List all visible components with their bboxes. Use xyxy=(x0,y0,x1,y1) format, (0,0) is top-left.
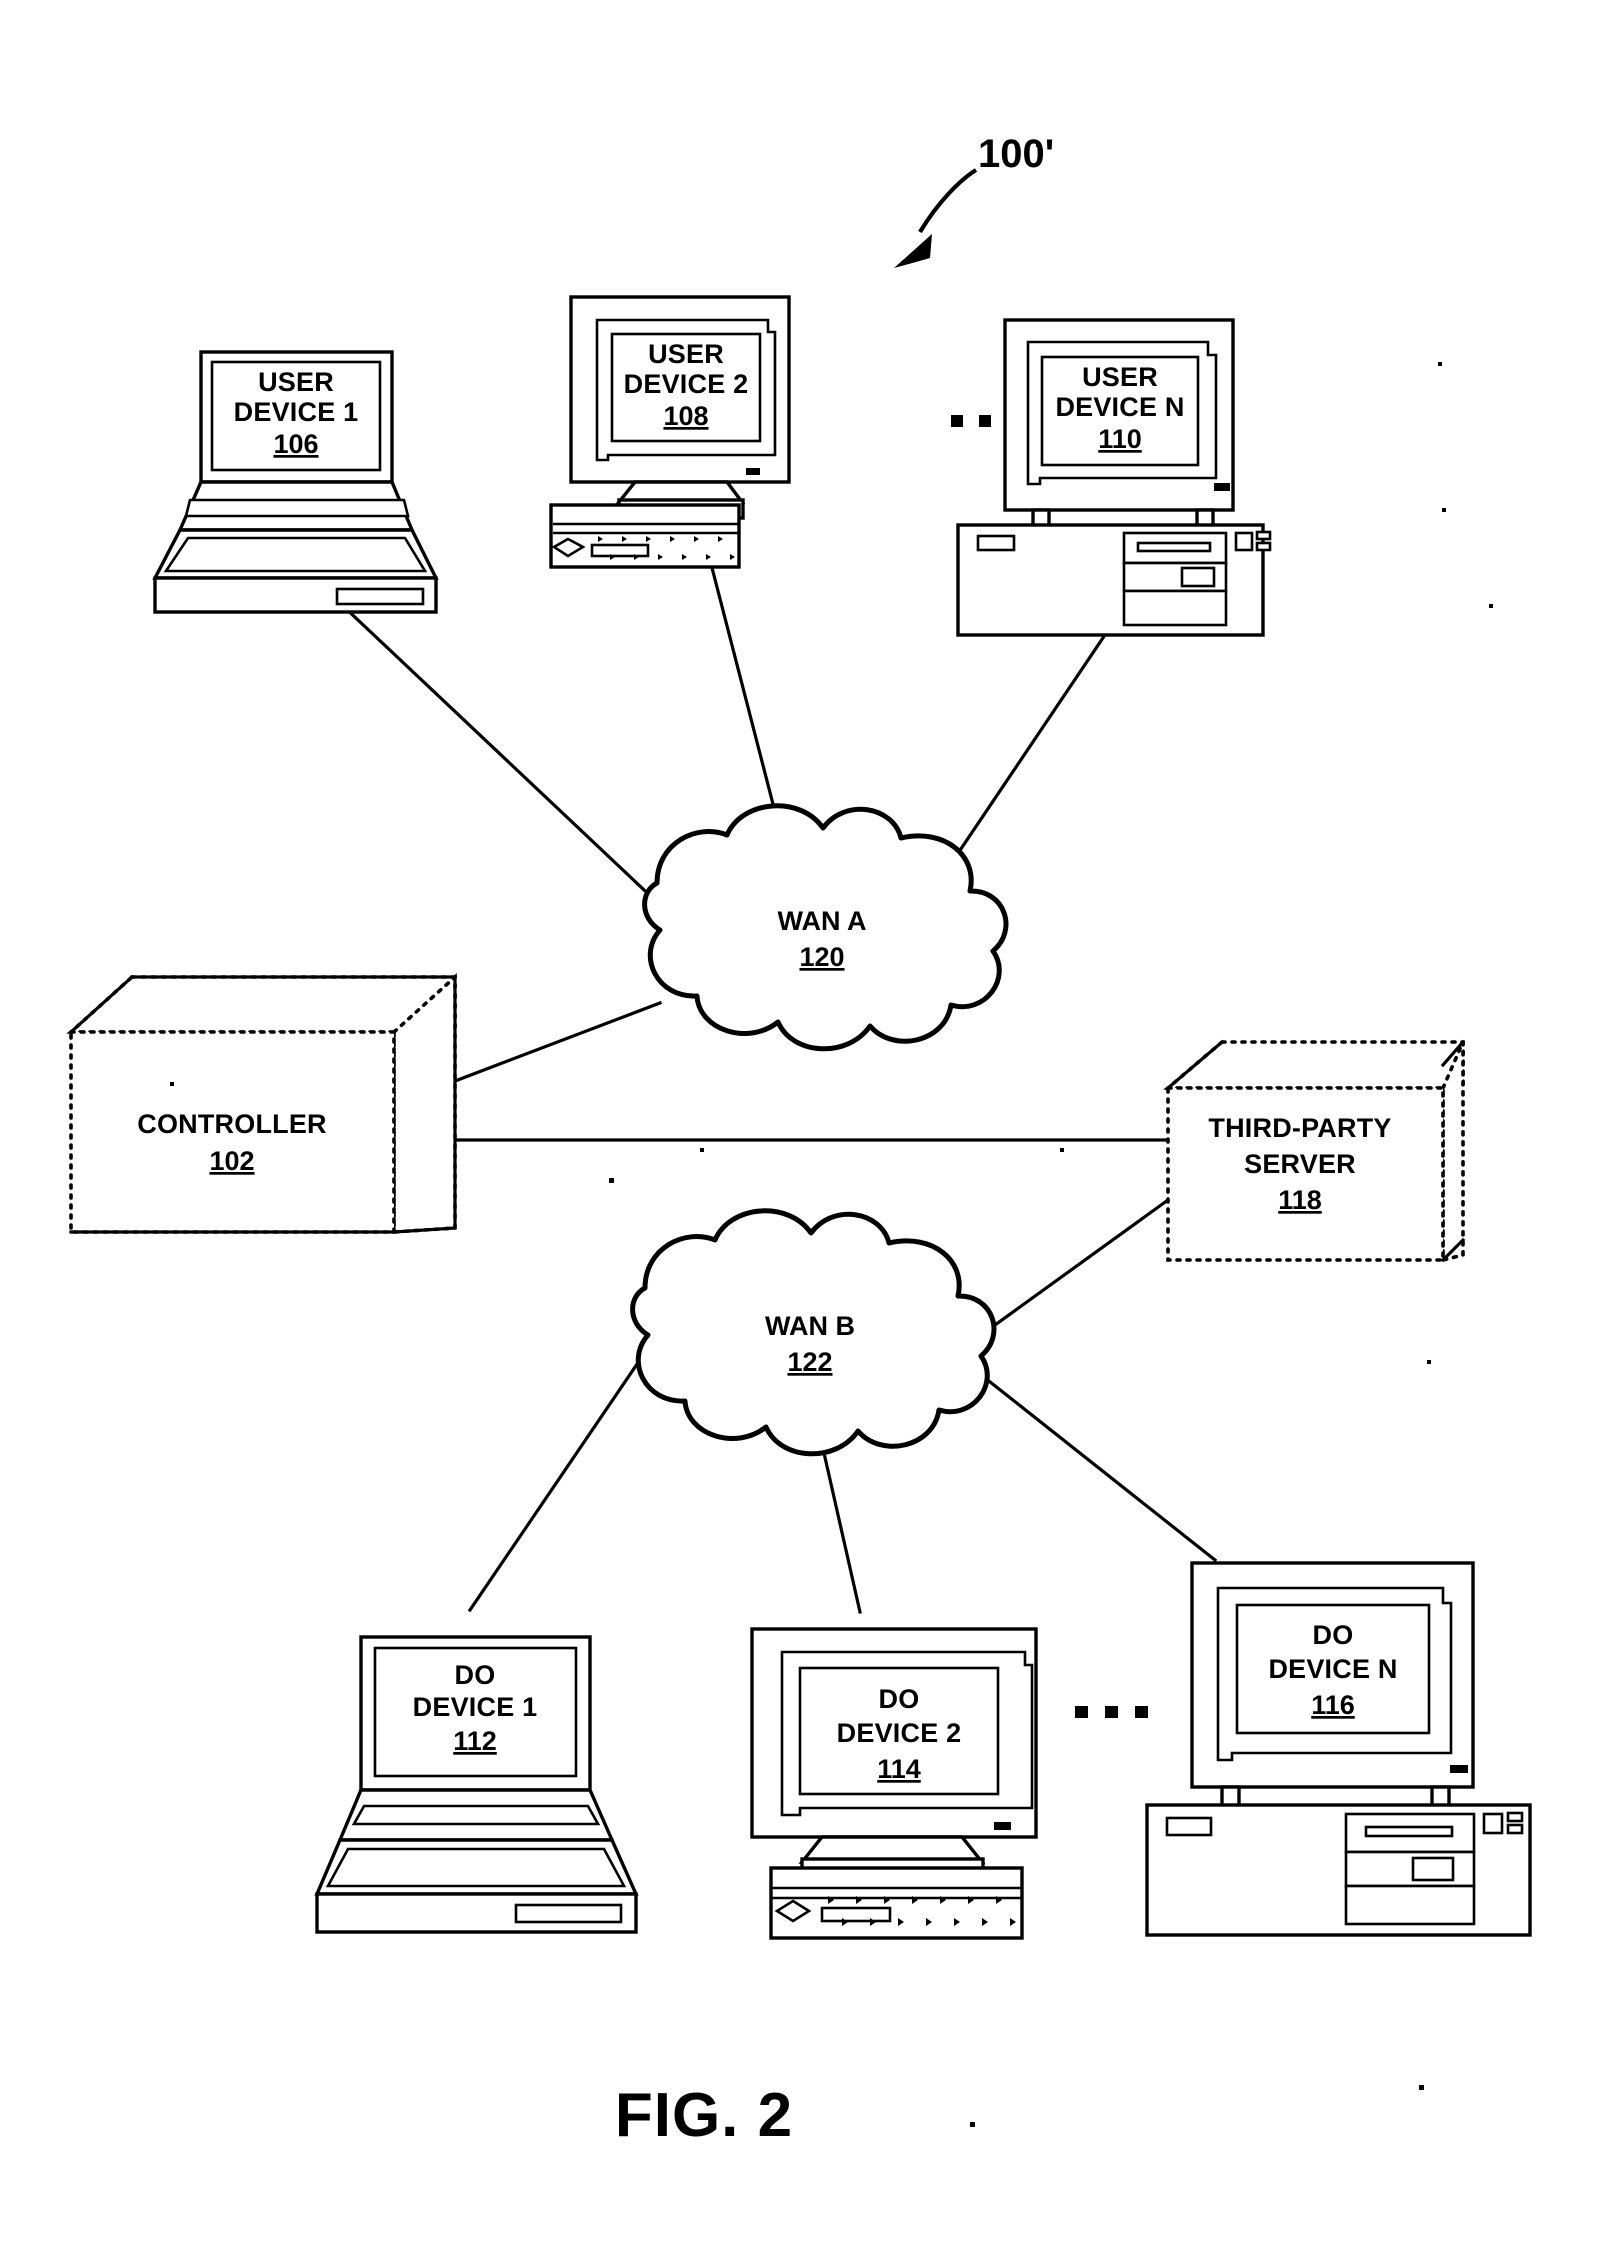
laptop-front-slot-2 xyxy=(514,1903,623,1924)
node-wan-b[interactable]: WAN B 122 xyxy=(630,1208,997,1457)
node-third-party-server[interactable]: THIRD-PARTY SERVER 118 xyxy=(1163,1039,1466,1263)
pc-drive-button-don xyxy=(1411,1856,1455,1882)
node-reference-number: 116 xyxy=(1311,1690,1355,1720)
laptop-keyboard-area-1 xyxy=(163,536,428,573)
node-reference-number: 110 xyxy=(1098,424,1142,454)
ellipsis-bottom-row xyxy=(1075,1706,1148,1718)
pc-drive-button-n xyxy=(1180,566,1216,588)
node-label-line2: DEVICE 2 xyxy=(624,369,749,399)
laptop-strip-1 xyxy=(184,498,410,518)
node-reference-number: 106 xyxy=(273,429,318,459)
controller-top-face xyxy=(66,975,457,1034)
node-label-line1: USER xyxy=(258,367,334,397)
node-label-line1: THIRD-PARTY xyxy=(1208,1113,1391,1143)
pc-drive-bay-2-don xyxy=(1344,1850,1476,1888)
callout-arrow-head xyxy=(894,234,932,268)
laptop-keyboard-area-2 xyxy=(325,1847,627,1888)
keyboard-spacebar-2 xyxy=(590,543,650,558)
node-reference-number: 114 xyxy=(877,1754,921,1784)
cloud-reference-number-b: 122 xyxy=(787,1347,832,1377)
pc-drive-slot-don xyxy=(1364,1825,1454,1838)
node-label-line2: DEVICE N xyxy=(1055,392,1184,422)
pc-drive-slot-n xyxy=(1136,541,1212,553)
node-label-line2: DEVICE 1 xyxy=(234,397,359,427)
node-label-line1: CONTROLLER xyxy=(137,1109,326,1139)
pc-drive-bay-3-don xyxy=(1344,1884,1476,1926)
cloud-reference-number-a: 120 xyxy=(799,942,844,972)
node-label-line1: USER xyxy=(1082,362,1158,392)
pc-indicator-bar2-n xyxy=(1255,541,1272,552)
node-label-line1: DO xyxy=(879,1684,920,1714)
node-label-line1: USER xyxy=(648,339,724,369)
node-reference-number: 118 xyxy=(1278,1185,1322,1215)
link-wanb-don xyxy=(972,1367,1218,1563)
pc-indicator-bar1-n xyxy=(1255,530,1272,541)
keyboard-spacebar-do2 xyxy=(820,1906,892,1923)
pc-indicator-square-don xyxy=(1482,1812,1504,1835)
pc-indicator-bar2-don xyxy=(1506,1823,1524,1835)
reference-numeral-text: 100' xyxy=(978,132,1054,176)
node-label-line2: SERVER xyxy=(1244,1149,1356,1179)
node-reference-number: 108 xyxy=(663,401,708,431)
reference-numeral-callout: 100' xyxy=(894,132,1054,268)
link-user1-wana xyxy=(302,567,663,908)
node-do-device-n[interactable]: DO DEVICE N 116 xyxy=(1145,1561,1532,1937)
monitor-led-2 xyxy=(746,468,760,475)
monitor-led-n xyxy=(1214,483,1230,491)
node-wan-a[interactable]: WAN A 120 xyxy=(642,803,1009,1052)
link-wanb-do1 xyxy=(467,1342,653,1613)
node-label-line1: DO xyxy=(455,1660,496,1690)
node-label-line2: DEVICE 1 xyxy=(413,1692,538,1722)
node-user-device-1[interactable]: USER DEVICE 1 106 xyxy=(152,350,439,614)
laptop-strip-2 xyxy=(351,1804,601,1826)
patent-figure-2: 100' USER DEVICE 1 106 USER DEVICE 2 108… xyxy=(0,0,1608,2260)
link-controller-wana xyxy=(452,1000,663,1084)
keyboard-do2 xyxy=(769,1866,1024,1940)
cloud-label-b: WAN B xyxy=(765,1311,855,1341)
node-label-line2: DEVICE 2 xyxy=(837,1718,962,1748)
pc-indicator-bar1-don xyxy=(1506,1811,1524,1823)
laptop-front-slot-1 xyxy=(335,587,425,606)
figure-caption: FIG. 2 xyxy=(615,2081,793,2150)
pc-case-badge-don xyxy=(1165,1816,1213,1837)
node-do-device-1[interactable]: DO DEVICE 1 112 xyxy=(314,1635,639,1934)
link-usern-wana xyxy=(937,617,1118,883)
node-user-device-2[interactable]: USER DEVICE 2 108 xyxy=(549,295,791,569)
link-server-wanb xyxy=(992,1197,1171,1328)
figure-canvas: 100' USER DEVICE 1 106 USER DEVICE 2 108… xyxy=(66,132,1532,2150)
pc-case-badge-n xyxy=(976,534,1016,552)
node-reference-number: 112 xyxy=(453,1726,497,1756)
node-label-line2: DEVICE N xyxy=(1268,1654,1397,1684)
pc-drive-bay-3-n xyxy=(1122,589,1228,627)
monitor-led-do2 xyxy=(994,1822,1011,1830)
monitor-led-don xyxy=(1450,1765,1468,1773)
keyboard-2 xyxy=(549,503,741,569)
cloud-label-a: WAN A xyxy=(778,906,867,936)
node-user-device-n[interactable]: USER DEVICE N 110 xyxy=(956,318,1272,637)
node-reference-number: 102 xyxy=(209,1146,254,1176)
node-do-device-2[interactable]: DO DEVICE 2 114 xyxy=(750,1627,1038,1940)
node-label-line1: DO xyxy=(1313,1620,1354,1650)
node-controller[interactable]: CONTROLLER 102 xyxy=(66,972,457,1234)
pc-indicator-square-n xyxy=(1234,531,1254,552)
callout-arrow-curve xyxy=(918,168,978,234)
